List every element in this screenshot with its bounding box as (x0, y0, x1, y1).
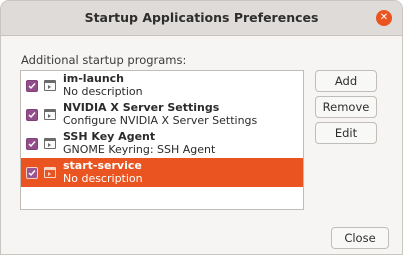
checkbox[interactable] (26, 138, 38, 150)
program-description: No description (63, 85, 143, 98)
close-button[interactable]: Close (331, 227, 389, 249)
list-item[interactable]: SSH Key Agent GNOME Keyring: SSH Agent (21, 129, 303, 158)
list-item-selected[interactable]: start-service No description (21, 158, 303, 187)
checkbox[interactable] (26, 167, 38, 179)
close-icon[interactable]: ✕ (376, 10, 392, 26)
program-name: SSH Key Agent (63, 130, 156, 143)
application-icon (44, 109, 56, 120)
add-button[interactable]: Add (315, 70, 377, 92)
edit-button[interactable]: Edit (315, 122, 377, 144)
program-description: Configure NVIDIA X Server Settings (63, 114, 258, 127)
program-description: No description (63, 172, 143, 185)
window-title: Startup Applications Preferences (84, 10, 319, 25)
list-item[interactable]: im-launch No description (21, 71, 303, 100)
remove-button[interactable]: Remove (315, 96, 377, 118)
program-name: start-service (63, 159, 142, 172)
list-item[interactable]: NVIDIA X Server Settings Configure NVIDI… (21, 100, 303, 129)
program-name: im-launch (63, 72, 125, 85)
program-name: NVIDIA X Server Settings (63, 101, 220, 114)
program-description: GNOME Keyring: SSH Agent (63, 143, 216, 156)
checkbox[interactable] (26, 109, 38, 121)
startup-programs-list[interactable]: im-launch No description NVIDIA X Server… (20, 70, 304, 210)
startup-applications-window: Startup Applications Preferences ✕ Addit… (0, 0, 403, 255)
application-icon (44, 138, 56, 149)
section-label: Additional startup programs: (21, 53, 187, 67)
application-icon (44, 80, 56, 91)
application-icon (44, 167, 56, 178)
checkbox[interactable] (26, 80, 38, 92)
title-bar[interactable]: Startup Applications Preferences ✕ (1, 1, 402, 36)
